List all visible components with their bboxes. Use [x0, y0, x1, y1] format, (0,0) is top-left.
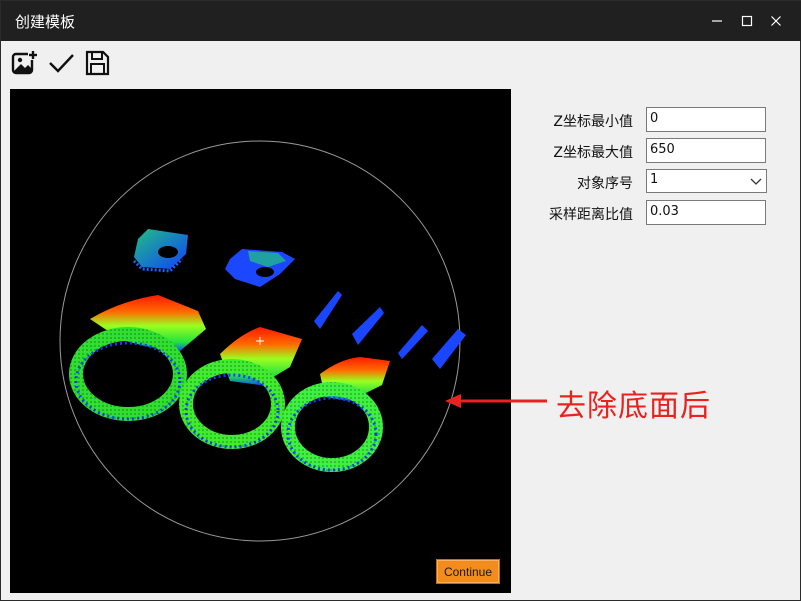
z-min-row: Z坐标最小值 0: [521, 107, 771, 133]
annotation-arrow: [445, 394, 547, 408]
window-title: 创建模板: [15, 13, 76, 31]
z-min-label: Z坐标最小值: [553, 114, 633, 130]
create-template-window: 创建模板 Continue Z坐标最小值 0 Z坐标最大值 650 对象序号 1…: [0, 0, 801, 601]
small-part-2: [225, 249, 295, 287]
object-index-row: 对象序号 1: [521, 169, 771, 195]
point-cloud-render: [59, 140, 466, 542]
ring-part-3: [281, 357, 390, 472]
save-icon: [85, 50, 110, 76]
toolbar: [7, 45, 147, 81]
checkmark-icon: [49, 54, 74, 73]
object-index-value: 1: [650, 172, 659, 187]
maximize-button[interactable]: [736, 10, 758, 32]
chevron-down-icon: [750, 178, 762, 185]
close-button[interactable]: [765, 10, 787, 32]
save-button[interactable]: [81, 47, 113, 79]
continue-button[interactable]: Continue: [436, 559, 500, 584]
pin-group: [314, 291, 466, 369]
small-part-1: [132, 229, 188, 273]
minimize-icon: [712, 20, 722, 22]
confirm-button[interactable]: [45, 47, 77, 79]
z-max-input[interactable]: 650: [646, 138, 766, 163]
add-image-icon: [11, 50, 38, 75]
z-min-input[interactable]: 0: [646, 107, 766, 132]
close-icon: [771, 16, 781, 26]
point-cloud-viewer[interactable]: Continue: [10, 89, 511, 593]
sample-ratio-label: 采样距离比值: [549, 207, 633, 223]
title-bar: 创建模板: [1, 1, 801, 41]
z-max-label: Z坐标最大值: [553, 145, 633, 161]
add-image-button[interactable]: [9, 47, 41, 79]
sample-ratio-input[interactable]: 0.03: [646, 200, 766, 225]
object-index-label: 对象序号: [577, 176, 633, 192]
sample-ratio-row: 采样距离比值 0.03: [521, 200, 771, 226]
annotation-label: 去除底面后: [556, 389, 711, 424]
object-index-select[interactable]: 1: [646, 169, 767, 193]
maximize-icon: [741, 15, 753, 27]
minimize-button[interactable]: [706, 10, 728, 32]
z-max-row: Z坐标最大值 650: [521, 138, 771, 164]
